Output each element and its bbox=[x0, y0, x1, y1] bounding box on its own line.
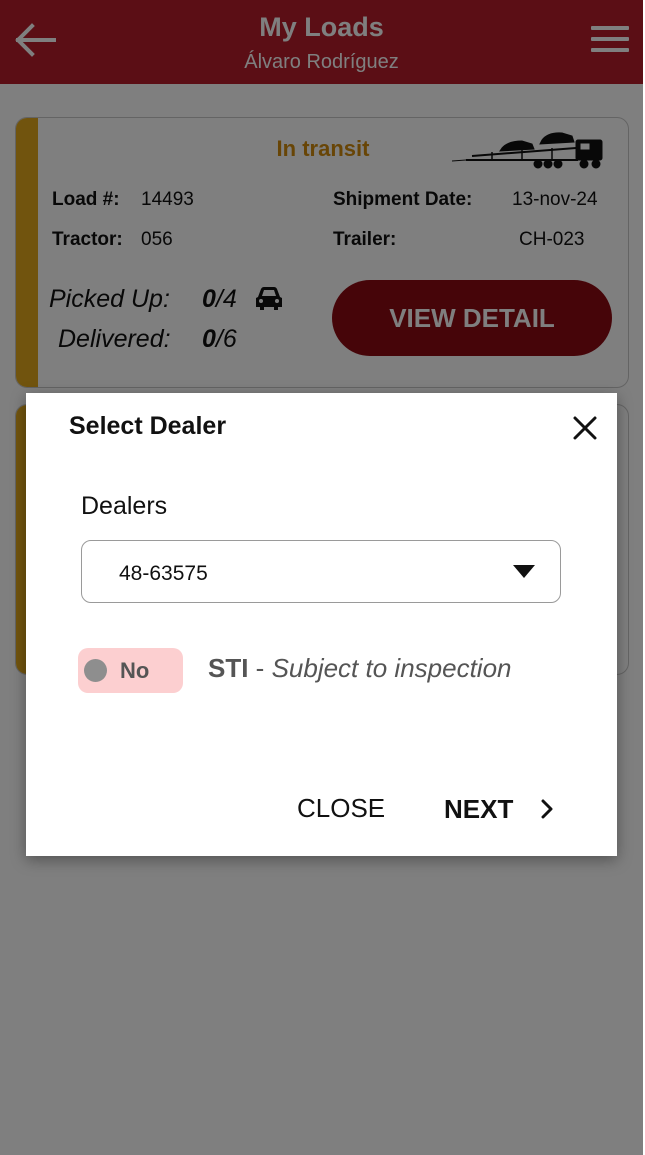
sti-toggle[interactable]: No bbox=[78, 648, 183, 693]
sti-description-line: STI - Subject to inspection bbox=[208, 653, 512, 684]
select-dealer-dialog: Select Dealer Dealers 48-63575 No STI - … bbox=[26, 393, 617, 856]
sti-separator: - bbox=[248, 653, 272, 683]
next-label: NEXT bbox=[444, 793, 514, 824]
close-icon[interactable] bbox=[572, 415, 598, 441]
close-button[interactable]: CLOSE bbox=[297, 793, 385, 824]
dealer-select[interactable]: 48-63575 bbox=[81, 540, 561, 603]
sti-description: Subject to inspection bbox=[271, 653, 512, 683]
sti-toggle-label: No bbox=[120, 658, 150, 683]
dealers-label: Dealers bbox=[81, 492, 168, 520]
toggle-knob bbox=[84, 659, 107, 682]
chevron-right-icon bbox=[541, 799, 553, 819]
selected-dealer: 48-63575 bbox=[119, 562, 208, 585]
sti-code: STI bbox=[208, 653, 249, 683]
caret-down-icon bbox=[513, 565, 535, 578]
dialog-title: Select Dealer bbox=[69, 412, 227, 440]
next-button[interactable]: NEXT bbox=[444, 793, 553, 825]
